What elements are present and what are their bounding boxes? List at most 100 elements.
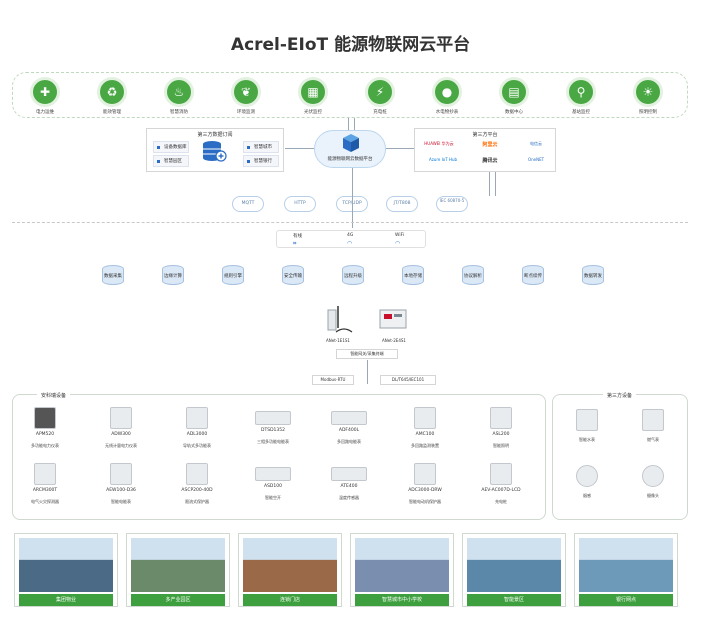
- gateway-name: ANet-2E4S1: [382, 338, 406, 343]
- device-image: [255, 411, 291, 425]
- app-item[interactable]: ♨ 智慧消防: [159, 77, 199, 115]
- scene-card[interactable]: 连锁门店: [238, 533, 342, 607]
- acrel-device[interactable]: AEV-AC007D-LCD 充电桩: [473, 463, 529, 505]
- device-desc: 多回路监测装置: [411, 443, 439, 448]
- app-item[interactable]: ● 水电物抄表: [427, 77, 467, 115]
- cloud-platform: 能源物联网云数据平台: [314, 130, 386, 168]
- database-plus-icon: [201, 139, 227, 165]
- device-desc: 摄像头: [647, 493, 659, 498]
- platform-title: 第三方平台: [472, 132, 498, 138]
- device-name: ASCP200-40D: [181, 488, 213, 493]
- leaf-icon: ❦: [231, 77, 261, 107]
- acrel-device[interactable]: ASCP200-40D 限流式保护器: [169, 463, 225, 505]
- link-line: [352, 168, 353, 228]
- charging-pile-icon: ⚡: [365, 77, 395, 107]
- device-desc: 智能空开: [265, 495, 281, 500]
- device-image: [642, 409, 664, 431]
- acrel-device[interactable]: AEW100-D36 智能电能表: [93, 463, 149, 505]
- water-drop-icon: ●: [432, 77, 462, 107]
- scene-photo: [131, 538, 225, 592]
- cloud-label: 能源物联网云数据平台: [327, 157, 373, 162]
- device-desc: 温度传感器: [339, 495, 359, 500]
- device-desc: 多回路电能表: [337, 439, 361, 444]
- acrel-device[interactable]: ASD100 智能空开: [245, 463, 301, 501]
- device-image: [186, 407, 208, 429]
- bulb-icon: ☀: [633, 77, 663, 107]
- link-line: [386, 148, 414, 149]
- acrel-device[interactable]: ADF400L 多回路电能表: [321, 407, 377, 445]
- app-label: 环境监测: [237, 110, 255, 115]
- scene-card[interactable]: 银行网点: [574, 533, 678, 607]
- app-item[interactable]: ☀ 照明控制: [628, 77, 668, 115]
- edge-service-item: 本地存储: [402, 265, 424, 287]
- third-party-platform-box: 第三方平台 HUAWEI 华为云 阿里云 电信云 Azure IoT Hub 腾…: [414, 128, 556, 172]
- acrel-device[interactable]: ASL200 智能照明: [473, 407, 529, 449]
- acrel-device[interactable]: ARCM300T 电气火灾探测器: [17, 463, 73, 505]
- app-label: 智慧消防: [170, 110, 188, 115]
- acrel-device[interactable]: DTSD1352 三相多功能电能表: [245, 407, 301, 445]
- third-party-device[interactable]: 智能水表: [559, 409, 615, 443]
- acrel-device[interactable]: ADC3000-DRW 智能电动机保护器: [397, 463, 453, 505]
- network-bar: 有线 4G WiFi ⌗ ◠ ◠: [276, 230, 426, 248]
- app-item[interactable]: ▦ 光伏监控: [293, 77, 333, 115]
- edge-service-label: 协议解析: [464, 274, 482, 279]
- link-line: [367, 360, 368, 384]
- edge-service-label: 断点续传: [524, 274, 542, 279]
- edge-service-label: 数据转发: [584, 274, 602, 279]
- scene-label: 智能景区: [467, 594, 561, 606]
- app-label: 充电桩: [373, 110, 387, 115]
- edge-service-label: 本地存储: [404, 274, 422, 279]
- device-image: [110, 407, 132, 429]
- device-desc: 多功能电力仪表: [31, 443, 59, 448]
- app-item[interactable]: ⚲ 基站监控: [561, 77, 601, 115]
- device-name: APM520: [35, 432, 55, 437]
- platform-tencent: 腾讯云: [482, 158, 498, 164]
- app-item[interactable]: ▤ 数据中心: [494, 77, 534, 115]
- app-item[interactable]: ✚ 电力运维: [25, 77, 65, 115]
- device-image: [34, 463, 56, 485]
- scene-photo: [579, 538, 673, 592]
- third-party-device[interactable]: 摄像头: [625, 465, 681, 499]
- app-item[interactable]: ♻ 能效管理: [92, 77, 132, 115]
- recycle-icon: ♻: [97, 77, 127, 107]
- device-name: ATE400: [340, 484, 358, 489]
- platform-azure: Azure IoT Hub: [428, 157, 458, 162]
- network-label: 4G: [347, 233, 354, 238]
- acrel-device[interactable]: ADL3000 导轨式多功能表: [169, 407, 225, 449]
- acrel-device[interactable]: AMC100 多回路监测装置: [397, 407, 453, 449]
- app-label: 水电物抄表: [435, 110, 459, 115]
- third-party-device[interactable]: 烟感: [559, 465, 615, 499]
- scene-card[interactable]: 智能景区: [462, 533, 566, 607]
- app-item[interactable]: ⚡ 充电桩: [360, 77, 400, 115]
- app-item[interactable]: ❦ 环境监测: [226, 77, 266, 115]
- acrel-device[interactable]: ATE400 温度传感器: [321, 463, 377, 501]
- gateway-name: ANet-1E1S1: [326, 338, 350, 343]
- device-name: ADC3000-DRW: [408, 488, 442, 493]
- network-label: WiFi: [395, 233, 405, 238]
- acrel-device[interactable]: ADW300 无线计量电力仪表: [93, 407, 149, 449]
- edge-service-item: 数据采集: [102, 265, 124, 287]
- scene-card[interactable]: 智慧城市中小学校: [350, 533, 454, 607]
- scene-card[interactable]: 集团物业: [14, 533, 118, 607]
- platform-aliyun: 阿里云: [482, 142, 498, 148]
- scene-card[interactable]: 多产业园区: [126, 533, 230, 607]
- subscribe-chip: 智慧银行: [243, 155, 279, 167]
- fire-shield-icon: ♨: [164, 77, 194, 107]
- device-name: ADF400L: [338, 428, 360, 433]
- device-image: [186, 463, 208, 485]
- device-desc: 电气火灾探测器: [31, 499, 59, 504]
- scene-label: 多产业园区: [131, 594, 225, 606]
- signal-icon: ◠: [347, 240, 353, 247]
- din-rail-gateway-image: [378, 306, 408, 332]
- third-party-device[interactable]: 燃气表: [625, 409, 681, 443]
- device-name: AEV-AC007D-LCD: [481, 488, 521, 493]
- device-name: ASD100: [264, 484, 282, 489]
- bus-label: DL/T645/IEC101: [380, 375, 436, 385]
- device-image: [576, 409, 598, 431]
- device-desc: 智能电能表: [111, 499, 131, 504]
- acrel-device[interactable]: APM520 多功能电力仪表: [17, 407, 73, 449]
- antenna-icon: ⚲: [566, 77, 596, 107]
- device-name: ARCM300T: [32, 488, 58, 493]
- server-icon: ▤: [499, 77, 529, 107]
- device-desc: 三相多功能电能表: [257, 439, 289, 444]
